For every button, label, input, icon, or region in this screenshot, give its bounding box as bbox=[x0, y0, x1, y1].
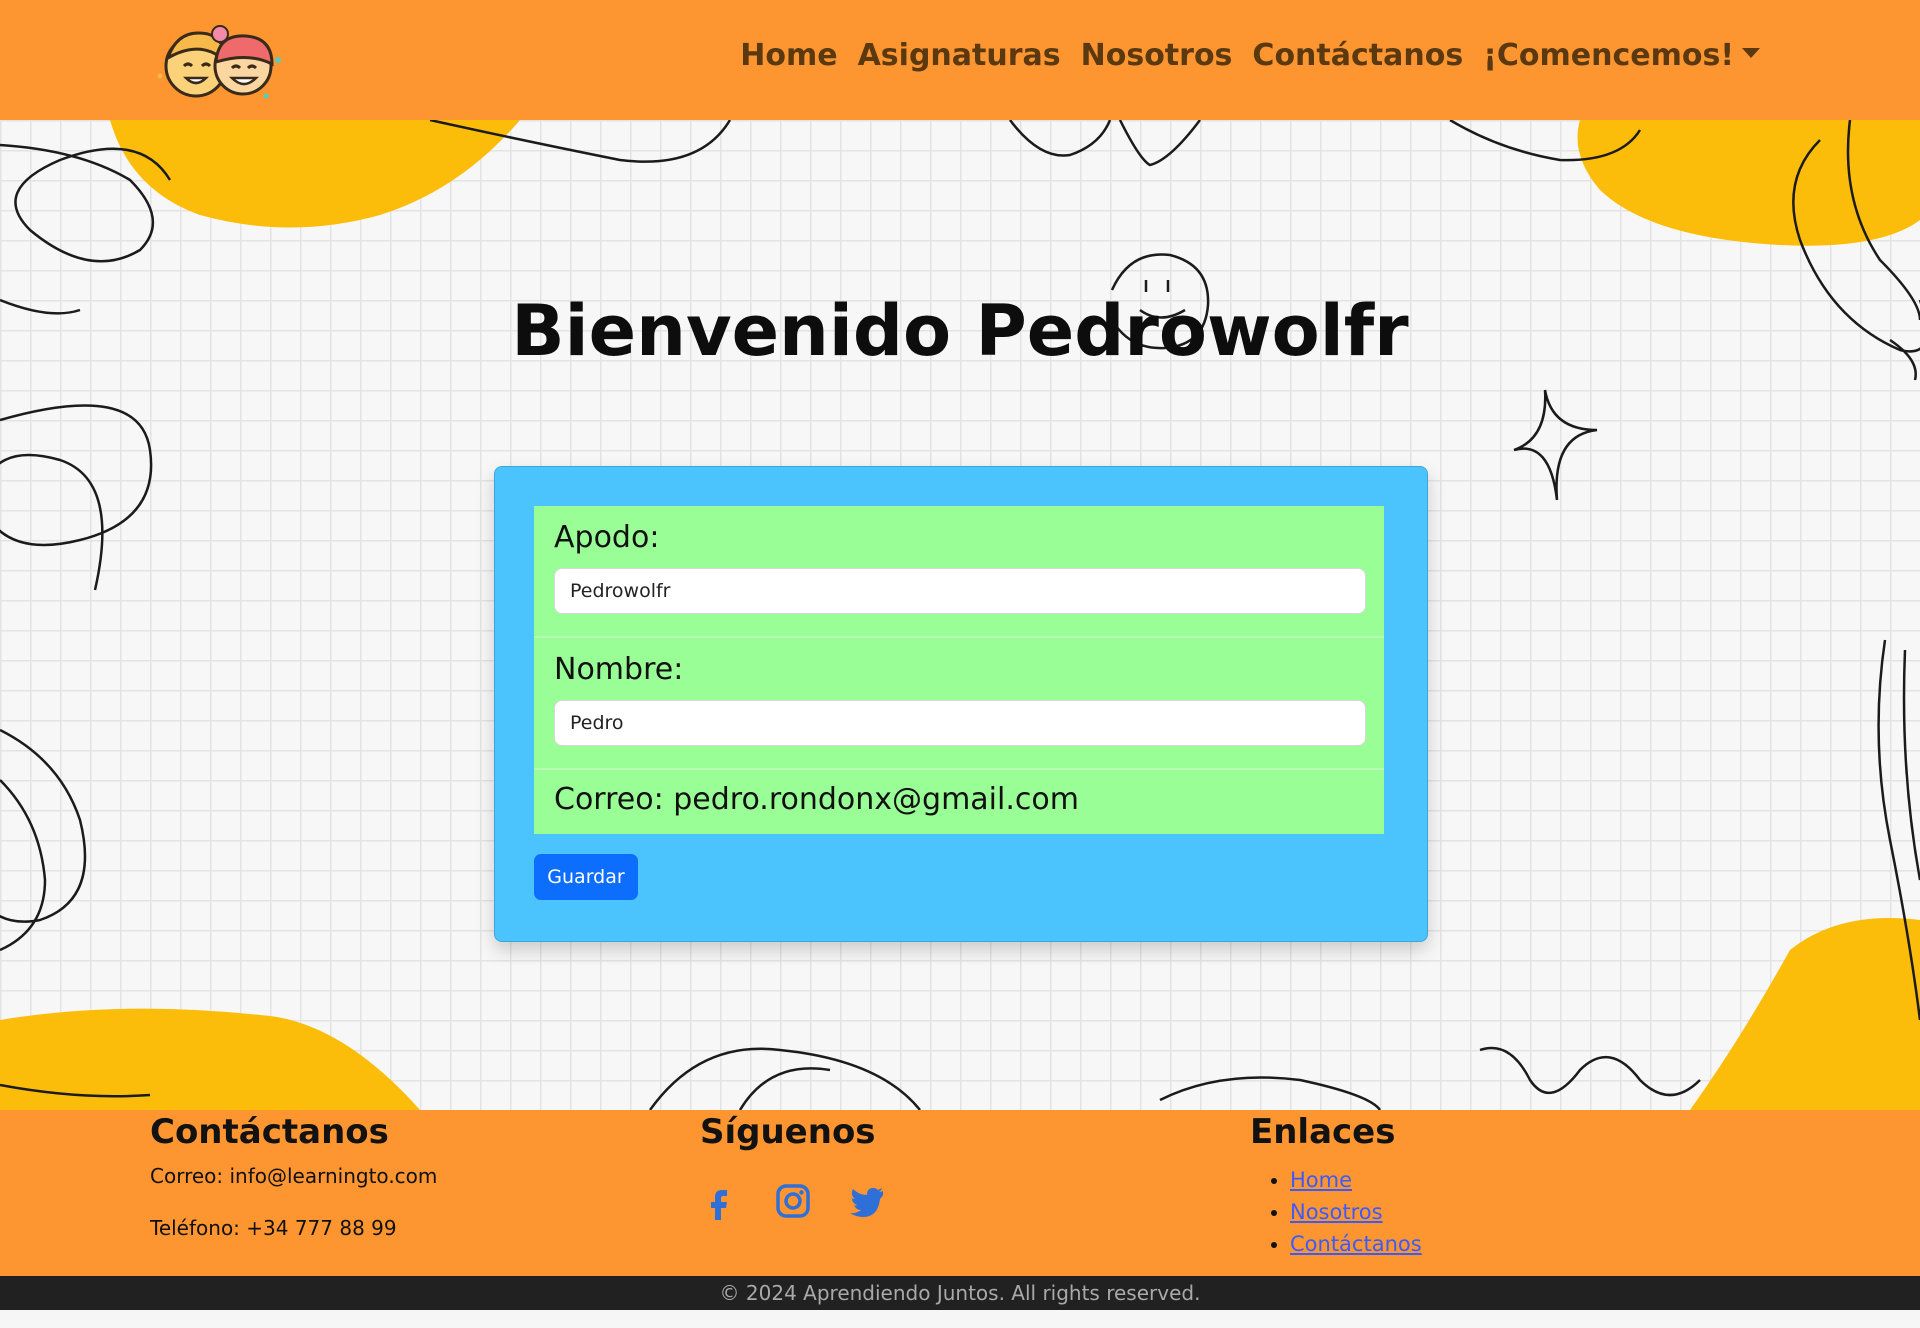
footer-links-list: Home Nosotros Contáctanos bbox=[1250, 1164, 1422, 1260]
footer-contact-phone: Teléfono: +34 777 88 99 bbox=[150, 1216, 397, 1240]
list-item: Contáctanos bbox=[1290, 1228, 1422, 1260]
nav-asignaturas[interactable]: Asignaturas bbox=[858, 38, 1061, 73]
footer-links-title: Enlaces bbox=[1250, 1112, 1396, 1152]
correo-field-group: Correo: pedro.rondonx@gmail.com bbox=[534, 770, 1384, 834]
page-bottom bbox=[0, 1310, 1920, 1328]
footer-follow-column: Síguenos bbox=[700, 1110, 883, 1220]
footer-follow-title: Síguenos bbox=[700, 1112, 876, 1152]
footer: Contáctanos Correo: info@learningto.com … bbox=[0, 1110, 1920, 1276]
nombre-label: Nombre: bbox=[554, 652, 684, 687]
nombre-field-group: Nombre: bbox=[534, 638, 1384, 768]
social-icons bbox=[700, 1182, 886, 1220]
footer-link-contactanos[interactable]: Contáctanos bbox=[1290, 1232, 1422, 1256]
nav-comencemos-label: ¡Comencemos! bbox=[1483, 38, 1734, 73]
list-item: Home bbox=[1290, 1164, 1422, 1196]
caret-down-icon bbox=[1742, 47, 1760, 58]
copyright-bar: © 2024 Aprendiendo Juntos. All rights re… bbox=[0, 1276, 1920, 1310]
save-button[interactable]: Guardar bbox=[534, 854, 638, 900]
nav-menu: Home Asignaturas Nosotros Contáctanos ¡C… bbox=[740, 38, 1760, 73]
apodo-label: Apodo: bbox=[554, 520, 660, 555]
twitter-icon[interactable] bbox=[848, 1182, 886, 1220]
footer-contact-column: Contáctanos Correo: info@learningto.com … bbox=[150, 1110, 437, 1240]
apodo-field-group: Apodo: bbox=[534, 506, 1384, 636]
footer-link-nosotros[interactable]: Nosotros bbox=[1290, 1200, 1383, 1224]
logo-kids-faces-icon[interactable] bbox=[148, 16, 288, 106]
apodo-input[interactable] bbox=[554, 568, 1366, 614]
list-item: Nosotros bbox=[1290, 1196, 1422, 1228]
footer-link-home[interactable]: Home bbox=[1290, 1168, 1352, 1192]
correo-text: Correo: pedro.rondonx@gmail.com bbox=[554, 782, 1079, 817]
nav-nosotros[interactable]: Nosotros bbox=[1081, 38, 1233, 73]
footer-links-column: Enlaces Home Nosotros Contáctanos bbox=[1250, 1110, 1422, 1256]
footer-contact-title: Contáctanos bbox=[150, 1112, 389, 1152]
instagram-icon[interactable] bbox=[774, 1182, 812, 1220]
nav-comencemos-dropdown[interactable]: ¡Comencemos! bbox=[1483, 38, 1760, 73]
nav-home[interactable]: Home bbox=[740, 38, 837, 73]
nombre-input[interactable] bbox=[554, 700, 1366, 746]
welcome-heading: Bienvenido Pedrowolfr bbox=[511, 290, 1409, 372]
nav-contactanos[interactable]: Contáctanos bbox=[1252, 38, 1463, 73]
top-navbar: Home Asignaturas Nosotros Contáctanos ¡C… bbox=[0, 0, 1920, 120]
profile-card: Apodo: Nombre: Correo: pedro.rondonx@gma… bbox=[494, 466, 1428, 942]
facebook-icon[interactable] bbox=[700, 1182, 738, 1220]
footer-contact-email: Correo: info@learningto.com bbox=[150, 1164, 438, 1188]
